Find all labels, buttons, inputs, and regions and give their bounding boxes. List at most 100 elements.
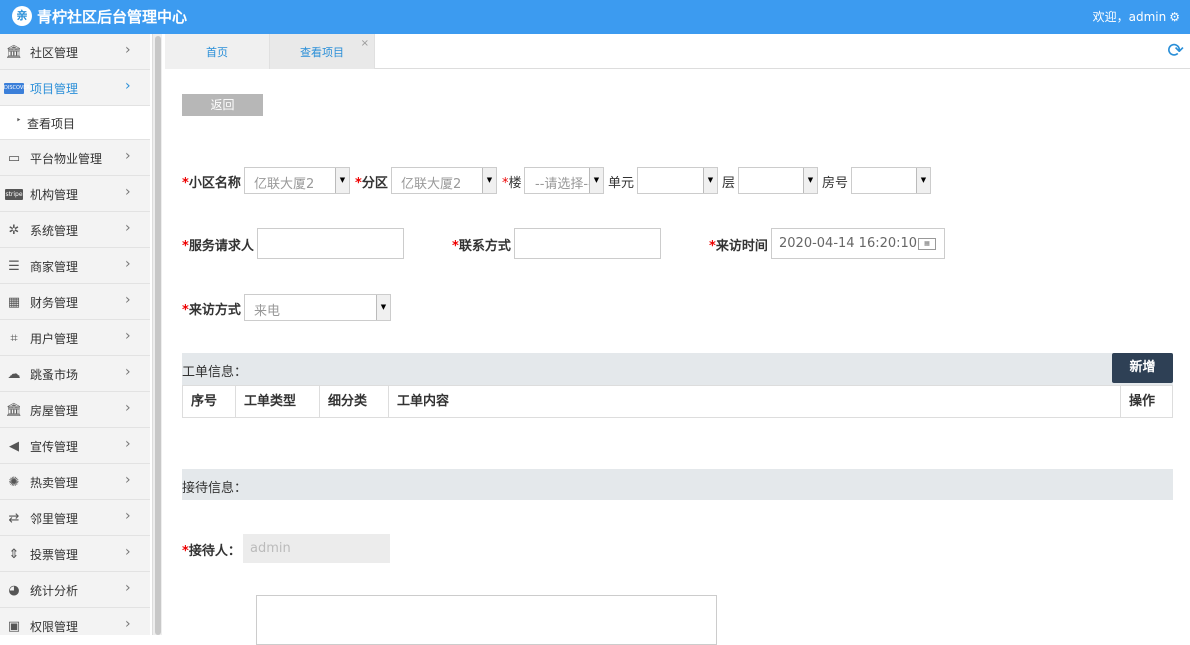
sidebar-item[interactable]: ⌗ 用户管理 ›: [0, 320, 150, 356]
column-header: 操作: [1129, 394, 1156, 409]
chevron-down-icon: ▼: [803, 168, 817, 193]
chevron-right-icon: ›: [125, 292, 131, 308]
column-header: 序号: [183, 386, 236, 417]
work-order-section: 工单信息：: [182, 353, 1173, 385]
chevron-right-icon: ›: [125, 616, 131, 632]
visit-time-input[interactable]: 2020-04-14 16:20:10 ▦: [771, 228, 945, 259]
sidebar-item-label: 房屋管理: [30, 404, 79, 418]
sidebar-subitem-view-project[interactable]: ‣ 查看项目: [0, 106, 150, 140]
chevron-right-icon: ›: [125, 220, 131, 236]
app-title: 青柠社区后台管理中心: [37, 8, 188, 26]
sidebar-item[interactable]: ◕ 统计分析 ›: [0, 572, 150, 608]
discover-card: DISCOVER: [4, 82, 30, 94]
column-header: 工单内容: [389, 386, 1121, 417]
sidebar-item[interactable]: ✺ 热卖管理 ›: [0, 464, 150, 500]
sidebar-item[interactable]: ☁ 跳蚤市场 ›: [0, 356, 150, 392]
sidebar-item-label: 项目管理: [30, 82, 79, 96]
sidebar-item-label: 统计分析: [30, 584, 79, 598]
caret-right-icon: ‣: [16, 116, 22, 126]
sidebar-item-label: 热卖管理: [30, 476, 79, 490]
floor-select[interactable]: ▼: [738, 167, 818, 194]
calendar-icon[interactable]: ▦: [918, 238, 936, 250]
sidebar-subitem-label: 查看项目: [27, 117, 76, 131]
chevron-right-icon: ›: [125, 328, 131, 344]
sidebar-scrollbar[interactable]: [152, 34, 162, 635]
sidebar-item[interactable]: DISCOVER 项目管理 ›: [0, 70, 150, 106]
chevron-down-icon: ▼: [703, 168, 717, 193]
top-header: 亲 青柠社区后台管理中心 欢迎，admin ⚙: [0, 0, 1190, 34]
sidebar-item[interactable]: stripe 机构管理 ›: [0, 176, 150, 212]
chevron-right-icon: ›: [125, 364, 131, 380]
gear-icon[interactable]: ⚙: [1169, 10, 1180, 24]
welcome-user[interactable]: 欢迎，admin ⚙: [1093, 8, 1180, 25]
community-select[interactable]: 亿联大厦2 ▼: [244, 167, 350, 194]
sidebar-item-label: 宣传管理: [30, 440, 79, 454]
chevron-right-icon: ›: [125, 256, 131, 272]
stripe-logo: stripe: [5, 188, 23, 200]
monitor-icon: ▭: [7, 150, 21, 166]
unit-label: 单元: [608, 176, 635, 191]
work-order-table-header: 序号 工单类型 细分类 工单内容 操作: [182, 385, 1173, 418]
sidebar-item[interactable]: ▭ 平台物业管理 ›: [0, 140, 150, 176]
scrollbar-thumb[interactable]: [155, 36, 161, 635]
chevron-right-icon: ›: [125, 472, 131, 488]
district-select[interactable]: 亿联大厦2 ▼: [391, 167, 497, 194]
column-header: 细分类: [320, 386, 389, 417]
bank-icon: 🏛: [5, 402, 23, 418]
close-icon[interactable]: ×: [361, 25, 369, 63]
sidebar-item-label: 机构管理: [30, 188, 79, 202]
sidebar-item[interactable]: ✲ 系统管理 ›: [0, 212, 150, 248]
tab-view-project[interactable]: 查看项目 ×: [270, 34, 375, 69]
sidebar-item[interactable]: ⇄ 邻里管理 ›: [0, 500, 150, 536]
community-label: *小区名称: [182, 176, 241, 191]
refresh-icon[interactable]: ⟳: [1167, 40, 1184, 60]
requester-input[interactable]: [257, 228, 404, 259]
chevron-down-icon: ▼: [916, 168, 930, 193]
sidebar-item-label: 跳蚤市场: [30, 368, 79, 382]
visit-time-label: *来访时间: [709, 239, 768, 254]
sidebar-item-label: 用户管理: [30, 332, 79, 346]
retweet-icon: ⇄: [8, 510, 20, 526]
chevron-down-icon: ▼: [589, 168, 603, 193]
room-select[interactable]: ▼: [851, 167, 931, 194]
building-select[interactable]: --请选择-- ▼: [524, 167, 604, 194]
chevron-right-icon: ›: [125, 78, 131, 94]
back-button[interactable]: 返回: [182, 94, 263, 116]
sidebar-item[interactable]: ▦ 财务管理 ›: [0, 284, 150, 320]
chevron-right-icon: ›: [125, 580, 131, 596]
volume-icon: ◀: [9, 438, 19, 454]
sidebar-item[interactable]: ▣ 权限管理 ›: [0, 608, 150, 635]
reception-title: 接待信息：: [182, 481, 248, 496]
sidebar-item-label: 商家管理: [30, 260, 79, 274]
receiver-input: admin: [243, 534, 390, 563]
chevron-down-icon: ▼: [376, 295, 390, 320]
tab-label: 查看项目: [300, 46, 344, 59]
sidebar-item-label: 平台物业管理: [30, 152, 103, 166]
sun-icon: ✺: [8, 474, 20, 490]
sidebar-item[interactable]: 🏛 房屋管理 ›: [0, 392, 150, 428]
cloud-icon: ☁: [7, 366, 21, 382]
sidebar-item[interactable]: 🏛 社区管理 ›: [0, 34, 150, 70]
sidebar-item[interactable]: ⇕ 投票管理 ›: [0, 536, 150, 572]
contact-input[interactable]: [514, 228, 661, 259]
chevron-right-icon: ›: [125, 508, 131, 524]
unit-select[interactable]: ▼: [637, 167, 718, 194]
chevron-right-icon: ›: [125, 42, 131, 58]
requester-label: *服务请求人: [182, 239, 254, 254]
yelp-icon: ✲: [8, 222, 20, 238]
visit-method-select[interactable]: 来电 ▼: [244, 294, 391, 321]
remark-textarea[interactable]: [256, 595, 717, 645]
stripe-icon: stripe: [5, 186, 23, 202]
sidebar-item-label: 财务管理: [30, 296, 79, 310]
floor-label: 层: [722, 176, 736, 191]
visit-method-label: *来访方式: [182, 303, 241, 318]
sidebar-item-label: 权限管理: [30, 620, 79, 634]
sidebar-item[interactable]: ☰ 商家管理 ›: [0, 248, 150, 284]
tab-home[interactable]: 首页: [165, 34, 270, 69]
sidebar-item-label: 系统管理: [30, 224, 79, 238]
pie-chart-icon: ◕: [8, 582, 20, 598]
sidebar-item[interactable]: ◀ 宣传管理 ›: [0, 428, 150, 464]
chevron-down-icon: ▼: [482, 168, 496, 193]
column-header: 工单类型: [236, 386, 320, 417]
add-work-order-button[interactable]: 新增: [1112, 353, 1173, 383]
